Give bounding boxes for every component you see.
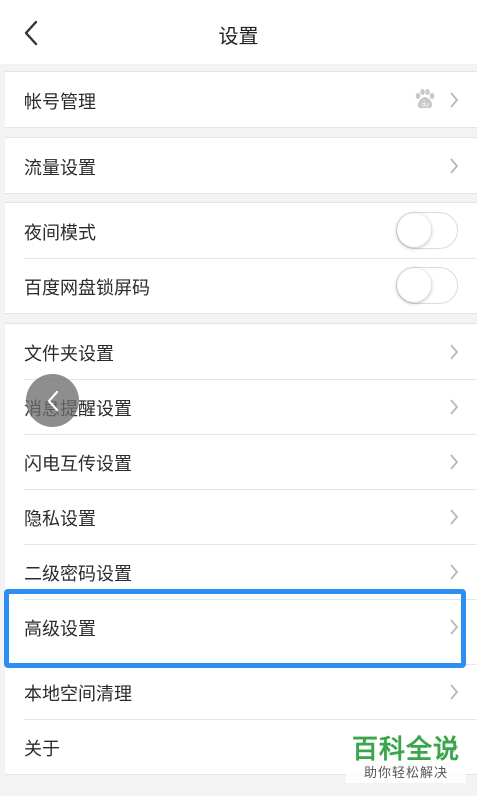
lock-code-toggle[interactable] — [396, 267, 458, 304]
toggle-knob — [397, 268, 431, 302]
settings-row-privacy[interactable]: 隐私设置 — [5, 489, 477, 544]
settings-group-traffic: 流量设置 — [5, 137, 477, 194]
chevron-right-icon — [450, 509, 459, 525]
settings-group-toggles: 夜间模式 百度网盘锁屏码 — [5, 202, 477, 314]
chevron-right-icon — [450, 399, 459, 415]
chevron-right-icon — [450, 454, 459, 470]
row-label: 帐号管理 — [24, 92, 96, 113]
settings-row-folder[interactable]: 文件夹设置 — [5, 324, 477, 379]
settings-row-lock-code: 百度网盘锁屏码 — [5, 258, 477, 313]
chevron-left-icon — [47, 390, 58, 411]
settings-row-local-cleanup[interactable]: 本地空间清理 — [5, 664, 477, 719]
row-label: 隐私设置 — [24, 509, 96, 530]
row-label: 百度网盘锁屏码 — [24, 278, 150, 299]
settings-row-flash-transfer[interactable]: 闪电互传设置 — [5, 434, 477, 489]
settings-row-traffic[interactable]: 流量设置 — [5, 138, 477, 193]
chevron-right-icon — [450, 684, 459, 700]
night-mode-toggle[interactable] — [396, 212, 458, 249]
floating-back-button[interactable] — [26, 374, 79, 427]
settings-row-night-mode: 夜间模式 — [5, 203, 477, 258]
row-label: 流量设置 — [24, 158, 96, 179]
svg-text:du: du — [421, 102, 429, 109]
baidu-paw-icon: du — [415, 89, 435, 109]
watermark-title: 百科全说 — [351, 735, 460, 765]
chevron-right-icon — [450, 158, 459, 174]
toggle-knob — [397, 213, 431, 247]
chevron-right-icon — [450, 344, 459, 360]
settings-row-account[interactable]: 帐号管理 du — [5, 72, 477, 127]
watermark-subtitle: 助你轻松解决 — [346, 765, 466, 783]
nav-header: 设置 — [0, 0, 477, 64]
row-label: 二级密码设置 — [24, 564, 132, 585]
row-label: 关于 — [24, 739, 60, 760]
page-title: 设置 — [218, 24, 259, 48]
settings-group-account: 帐号管理 du — [5, 71, 477, 128]
chevron-right-icon — [450, 564, 459, 580]
row-label: 夜间模式 — [24, 223, 96, 244]
row-label: 闪电互传设置 — [24, 454, 132, 475]
row-label: 本地空间清理 — [24, 684, 132, 705]
watermark-logo: 百科全说 助你轻松解决 — [346, 735, 466, 787]
chevron-right-icon — [450, 92, 459, 108]
row-label: 文件夹设置 — [24, 344, 114, 365]
highlight-annotation — [4, 589, 466, 668]
